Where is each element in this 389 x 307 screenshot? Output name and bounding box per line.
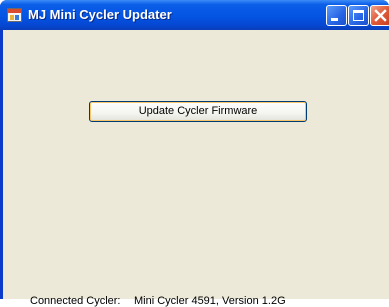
close-icon: [374, 9, 387, 22]
app-window-icon[interactable]: [7, 8, 22, 22]
minimize-button[interactable]: [326, 5, 347, 26]
client-area: Update Cycler Firmware Connected Cycler:…: [3, 30, 389, 307]
maximize-button[interactable]: [348, 5, 369, 26]
connected-cycler-value: Mini Cycler 4591, Version 1.2G: [134, 295, 286, 307]
update-firmware-button[interactable]: Update Cycler Firmware: [89, 101, 307, 122]
maximize-icon: [353, 10, 364, 21]
title-bar[interactable]: MJ Mini Cycler Updater: [0, 0, 389, 30]
window-title: MJ Mini Cycler Updater: [28, 7, 172, 22]
minimize-icon: [331, 18, 338, 21]
connected-cycler-label: Connected Cycler:: [30, 295, 121, 307]
close-button[interactable]: [370, 5, 389, 26]
app-window: MJ Mini Cycler Updater Update Cycler Fir…: [0, 0, 389, 307]
